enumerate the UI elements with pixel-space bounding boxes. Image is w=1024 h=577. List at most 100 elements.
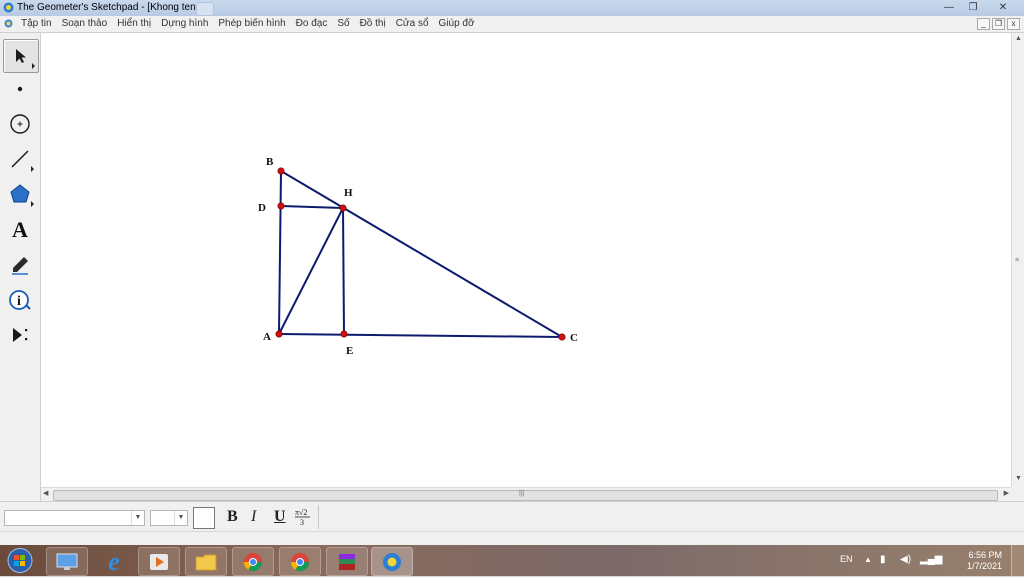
underline-button[interactable]: U	[274, 508, 286, 526]
text-color-well[interactable]	[193, 507, 215, 529]
sketchpad-app-icon	[3, 2, 14, 13]
maximize-button[interactable]: ❐	[964, 1, 982, 14]
taskbar-winrar[interactable]	[326, 547, 368, 576]
information-tool[interactable]: i	[3, 284, 37, 316]
doc-minimize-button[interactable]: _	[977, 18, 990, 30]
menu-bar: Tập tin Soạn thảo Hiển thị Dựng hình Phé…	[0, 16, 1024, 33]
marker-tool[interactable]	[3, 249, 37, 281]
segment-ab[interactable]	[278, 170, 282, 335]
scroll-grip-icon: ≡	[1015, 257, 1020, 264]
close-button[interactable]: ✕	[988, 1, 1018, 14]
point-h[interactable]	[339, 204, 347, 212]
document-icon[interactable]	[4, 19, 13, 28]
info-icon: i	[9, 290, 31, 310]
point-d[interactable]	[277, 202, 285, 210]
scroll-right-icon[interactable]: ▶	[1004, 489, 1009, 497]
show-hidden-icons-icon[interactable]: ▲	[864, 555, 872, 564]
bold-button[interactable]: B	[227, 508, 238, 526]
internet-explorer-icon: e	[108, 546, 120, 576]
svg-text:π√2: π√2	[295, 508, 307, 517]
toolbox: A i	[0, 33, 41, 501]
scroll-up-icon[interactable]: ▲	[1014, 35, 1023, 45]
math-format-icon[interactable]: π√2 3	[294, 507, 312, 527]
volume-icon[interactable]: ◀)	[900, 554, 911, 565]
pentagon-icon	[10, 184, 30, 203]
label-point-a[interactable]: A	[263, 331, 271, 343]
label-point-e[interactable]: E	[346, 345, 353, 357]
clock-time: 6:56 PM	[968, 550, 1002, 560]
menu-edit[interactable]: Soạn thảo	[57, 18, 113, 29]
menu-display[interactable]: Hiển thị	[112, 18, 156, 29]
doc-close-button[interactable]: x	[1007, 18, 1020, 30]
text-tool[interactable]: A	[3, 214, 37, 246]
horizontal-scroll-thumb[interactable]	[53, 490, 998, 501]
circle-icon	[10, 114, 30, 134]
taskbar-internet-explorer[interactable]: e	[93, 547, 135, 576]
start-orb-icon[interactable]	[4, 547, 36, 574]
scroll-down-icon[interactable]: ▼	[1014, 475, 1023, 485]
windows-taskbar: e EN ▲ ▮ ◀) ▂▄▆ 6:56 PM 1/7/2021	[0, 545, 1024, 576]
segment-bc[interactable]	[280, 170, 563, 338]
point-b[interactable]	[277, 167, 285, 175]
show-desktop-button[interactable]	[1011, 545, 1024, 576]
menu-graph[interactable]: Đồ thị	[355, 18, 391, 29]
size-combo[interactable]: ▼	[150, 510, 188, 526]
menu-number[interactable]: Số	[332, 18, 354, 29]
text-format-bar: ▼ ▼ B I U π√2 3	[0, 501, 1024, 532]
taskbar-chrome[interactable]	[279, 547, 321, 576]
chevron-down-icon[interactable]: ▼	[131, 511, 144, 525]
segment-ah[interactable]	[278, 207, 344, 335]
point-c[interactable]	[558, 333, 566, 341]
taskbar-sketchpad-tile[interactable]	[46, 547, 88, 576]
menu-file[interactable]: Tập tin	[16, 18, 57, 29]
segment-he[interactable]	[342, 207, 345, 335]
chrome-beta-icon	[244, 552, 262, 571]
point-e[interactable]	[340, 330, 348, 338]
polygon-tool[interactable]	[3, 178, 37, 210]
power-icon[interactable]: ▮	[880, 554, 886, 565]
segment-dh[interactable]	[280, 205, 344, 209]
media-player-icon	[150, 553, 168, 570]
label-point-c[interactable]: C	[570, 332, 578, 344]
straightedge-tool[interactable]	[3, 143, 37, 175]
menu-transform[interactable]: Phép biến hình	[213, 18, 290, 29]
point-a[interactable]	[275, 330, 283, 338]
text-icon: A	[12, 217, 28, 242]
menu-measure[interactable]: Đo đạc	[291, 18, 333, 29]
language-indicator[interactable]: EN	[840, 554, 853, 564]
scroll-left-icon[interactable]: ◀	[43, 489, 48, 497]
horizontal-scrollbar[interactable]: ◀ ||| ▶	[41, 487, 1011, 502]
network-icon[interactable]: ▂▄▆	[920, 554, 942, 565]
menu-construct[interactable]: Dựng hình	[156, 18, 213, 29]
sketch-drawing[interactable]: B D H A E C	[41, 33, 1011, 487]
menu-window[interactable]: Cửa sổ	[391, 18, 434, 29]
menu-help[interactable]: Giúp đỡ	[434, 18, 480, 29]
title-tab-ghost	[196, 2, 214, 16]
arrow-tool[interactable]	[3, 39, 39, 73]
svg-text:3: 3	[300, 518, 304, 527]
doc-restore-button[interactable]: ❐	[992, 18, 1005, 30]
compass-tool[interactable]	[3, 108, 37, 140]
font-combo[interactable]: ▼	[4, 510, 145, 526]
taskbar-file-explorer[interactable]	[185, 547, 227, 576]
folder-icon	[195, 554, 217, 570]
window-title: The Geometer's Sketchpad - [Khong ten 1]	[17, 2, 207, 13]
vertical-scrollbar[interactable]: ▲ ≡ ▼	[1011, 33, 1024, 487]
status-bar	[0, 531, 1024, 546]
scroll-corner	[1011, 487, 1024, 501]
taskbar-chrome-beta[interactable]	[232, 547, 274, 576]
taskbar-media-player[interactable]	[138, 547, 180, 576]
chevron-down-icon[interactable]: ▼	[174, 511, 187, 525]
taskbar-sketchpad-running[interactable]	[371, 547, 413, 576]
minimize-button[interactable]: —	[940, 1, 958, 14]
italic-button[interactable]: I	[251, 508, 256, 526]
clock[interactable]: 6:56 PM 1/7/2021	[967, 550, 1002, 572]
segment-icon	[11, 150, 29, 168]
point-tool[interactable]	[3, 73, 37, 105]
segment-ca[interactable]	[278, 333, 563, 338]
sketch-canvas[interactable]: B D H A E C	[41, 33, 1011, 487]
label-point-h[interactable]: H	[344, 187, 353, 199]
label-point-b[interactable]: B	[266, 156, 274, 168]
custom-tool[interactable]	[3, 319, 37, 351]
label-point-d[interactable]: D	[258, 202, 266, 214]
